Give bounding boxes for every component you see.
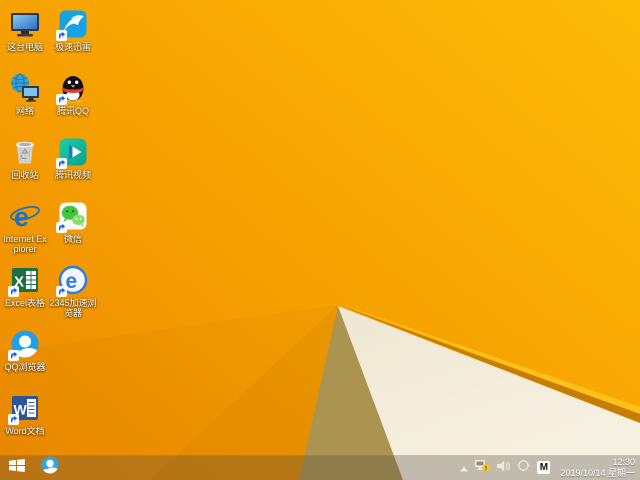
desktop-icon-qq-browser[interactable]: QQ浏览器 <box>1 328 49 372</box>
desktop-icon-qq[interactable]: 腾讯QQ <box>49 72 97 116</box>
safety-app-tray-icon[interactable] <box>517 459 530 477</box>
clock-time: 12:30 <box>612 457 635 467</box>
desktop-icon-label: 网络 <box>15 106 34 116</box>
desktop-icon-this-pc[interactable]: 这台电脑 <box>1 8 49 52</box>
svg-text:!: ! <box>485 465 487 471</box>
wechat-icon <box>56 200 89 233</box>
hidden-icons-arrow[interactable] <box>460 459 469 477</box>
desktop-icon-internet-explorer[interactable]: e Internet Explorer <box>1 200 49 254</box>
this-pc-icon <box>9 8 41 40</box>
svg-text:e: e <box>66 270 78 293</box>
shortcut-arrow-icon <box>8 350 19 361</box>
clock-date: 2019/10/14 星期一 <box>560 467 635 478</box>
word-icon: W <box>8 392 41 425</box>
chevron-up-icon <box>460 459 469 477</box>
input-method-indicator[interactable]: M <box>537 461 551 474</box>
desktop-icon-network[interactable]: 网络 <box>1 72 49 116</box>
recycle-bin-icon <box>9 136 41 168</box>
browser-2345-icon: e <box>56 264 89 297</box>
start-button[interactable] <box>0 455 34 480</box>
desktop-icon-xunlei[interactable]: 极速迅雷 <box>49 8 97 52</box>
desktop-icon-label: 这台电脑 <box>6 42 43 52</box>
circle-crosshair-icon <box>517 459 530 477</box>
shortcut-arrow-icon <box>8 414 19 425</box>
network-icon <box>9 72 41 104</box>
desktop-icon-label: 微信 <box>63 234 82 244</box>
xunlei-icon <box>56 8 89 41</box>
qq-browser-icon <box>8 328 41 361</box>
shortcut-arrow-icon <box>56 94 67 105</box>
desktop-icon-wechat[interactable]: 微信 <box>49 200 97 244</box>
windows-logo-icon <box>9 458 25 478</box>
desktop-icon-excel[interactable]: X Excel表格 <box>1 264 49 308</box>
network-warning-icon: ! <box>475 459 491 477</box>
desktop-icon-grid: 这台电脑 网络 回收站 e Internet Explorer X Excel表… <box>0 0 120 455</box>
desktop-icon-label: Word文档 <box>5 426 45 436</box>
taskbar: ! M 12:30 2019/10/14 星期一 <box>0 455 640 480</box>
shortcut-arrow-icon <box>56 222 67 233</box>
network-status-icon[interactable]: ! <box>475 459 491 477</box>
desktop-icon-browser-2345[interactable]: e 2345加速浏览器 <box>49 264 97 318</box>
desktop: 这台电脑 网络 回收站 e Internet Explorer X Excel表… <box>0 0 640 480</box>
qq-browser-taskbar-icon[interactable] <box>38 455 62 480</box>
shortcut-arrow-icon <box>56 286 67 297</box>
qq-icon <box>56 72 89 105</box>
desktop-icon-word[interactable]: W Word文档 <box>1 392 49 436</box>
volume-icon[interactable] <box>497 459 511 477</box>
desktop-icon-tencent-video[interactable]: 腾讯视频 <box>49 136 97 180</box>
desktop-icon-label: 回收站 <box>11 170 39 180</box>
desktop-icon-label: 2345加速浏览器 <box>49 298 97 318</box>
internet-explorer-icon: e <box>9 200 41 232</box>
excel-icon: X <box>8 264 41 297</box>
desktop-icon-label: 腾讯QQ <box>56 106 89 116</box>
tencent-video-icon <box>56 136 89 169</box>
tray-clock[interactable]: 12:30 2019/10/14 星期一 <box>560 457 635 478</box>
qq-browser-icon <box>40 455 60 480</box>
desktop-icon-label: Internet Explorer <box>3 234 47 254</box>
desktop-icon-label: Excel表格 <box>4 298 45 308</box>
desktop-icon-label: 极速迅雷 <box>54 42 91 52</box>
shortcut-arrow-icon <box>56 30 67 41</box>
desktop-icon-label: QQ浏览器 <box>4 362 46 372</box>
speaker-icon <box>497 459 511 477</box>
shortcut-arrow-icon <box>56 158 67 169</box>
system-tray: ! M 12:30 2019/10/14 星期一 <box>460 457 640 478</box>
desktop-icon-recycle-bin[interactable]: 回收站 <box>1 136 49 180</box>
desktop-icon-label: 腾讯视频 <box>54 170 91 180</box>
shortcut-arrow-icon <box>8 286 19 297</box>
